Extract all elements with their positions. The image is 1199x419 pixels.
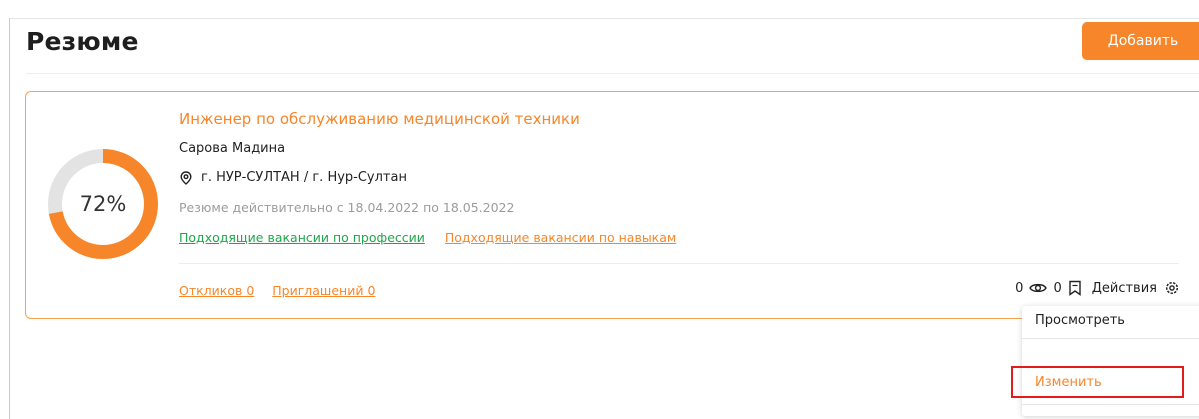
location-pin-icon (180, 170, 192, 185)
location-text: г. НУР-СУЛТАН / г. Нур-Султан (201, 170, 407, 185)
candidate-name: Сарова Мадина (179, 141, 286, 156)
saved-count: 0 (1053, 280, 1062, 296)
invitations-link[interactable]: Приглашений 0 (272, 283, 375, 298)
gear-icon[interactable] (1163, 279, 1181, 297)
completion-percent: 72% (79, 192, 127, 216)
bookmark-icon (1068, 280, 1082, 296)
resume-stats: 0 0 Действия (1015, 279, 1181, 297)
validity-period: Резюме действительно с 18.04.2022 по 18.… (179, 200, 515, 215)
match-links: Подходящие вакансии по профессии Подходя… (179, 230, 676, 245)
header-divider (26, 73, 1199, 74)
card-divider (179, 263, 1179, 264)
eye-icon (1029, 281, 1048, 295)
actions-label[interactable]: Действия (1092, 281, 1157, 296)
match-by-skills-link[interactable]: Подходящие вакансии по навыкам (445, 230, 676, 245)
match-by-profession-link[interactable]: Подходящие вакансии по профессии (179, 230, 425, 245)
views-count: 0 (1015, 280, 1024, 296)
menu-item-view[interactable]: Просмотреть (1035, 313, 1125, 328)
add-resume-button[interactable]: Добавить (1082, 22, 1199, 60)
responses-link[interactable]: Откликов 0 (179, 283, 254, 298)
menu-separator (1022, 404, 1199, 405)
menu-separator (1022, 338, 1199, 339)
resume-job-title[interactable]: Инженер по обслуживанию медицинской техн… (179, 110, 580, 128)
page-title: Резюме (26, 27, 139, 56)
response-counters: Откликов 0 Приглашений 0 (179, 283, 375, 298)
edit-highlight-box (1011, 366, 1184, 398)
location: г. НУР-СУЛТАН / г. Нур-Султан (179, 170, 407, 185)
